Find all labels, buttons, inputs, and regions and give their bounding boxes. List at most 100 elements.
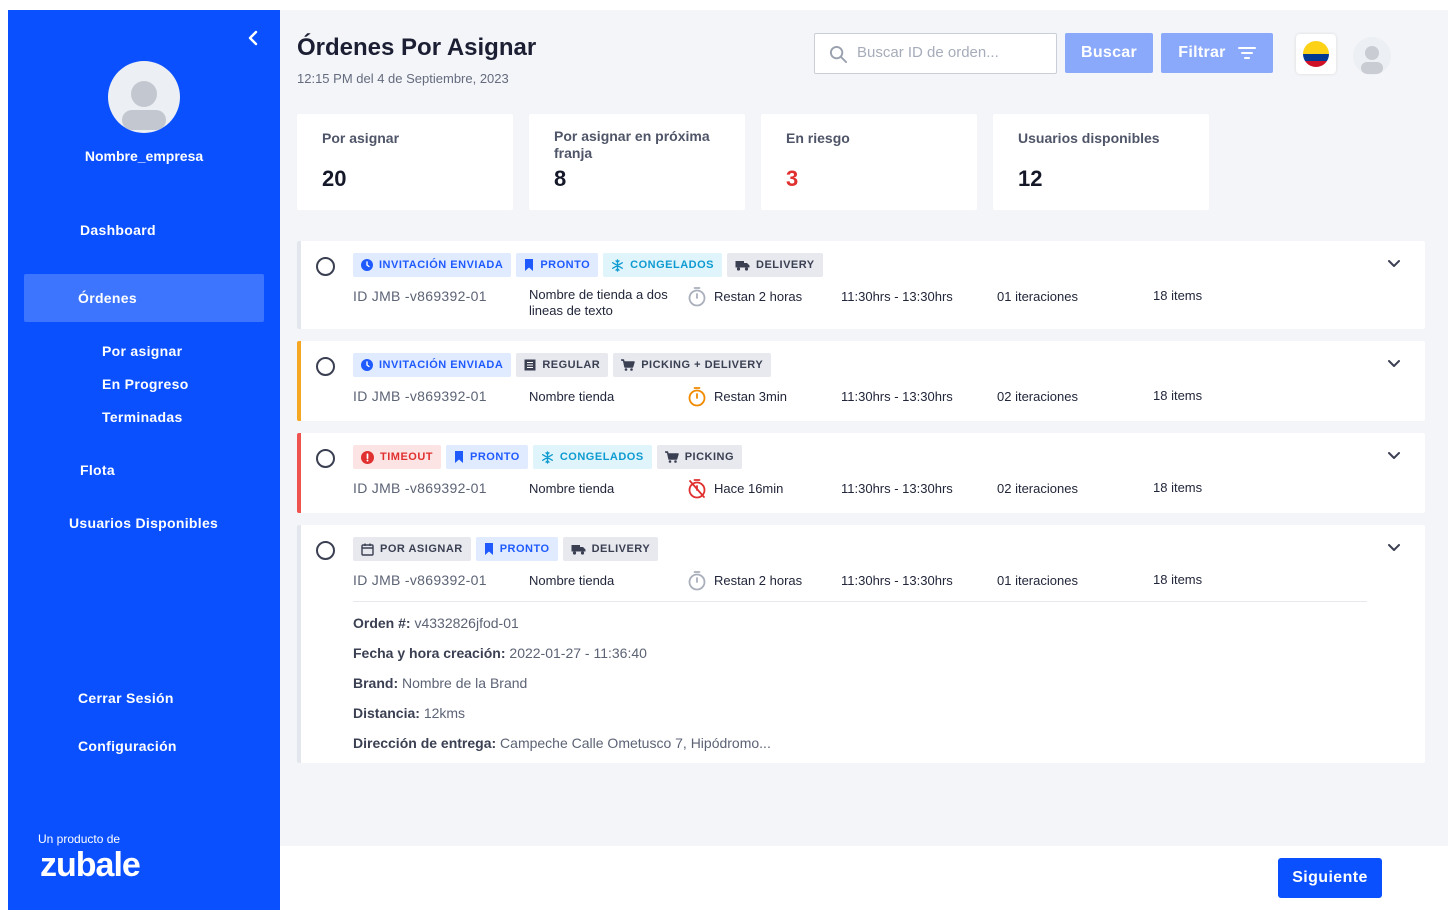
clock-icon — [361, 359, 373, 371]
nav-flota[interactable]: Flota — [80, 462, 115, 478]
nav-sub-por-asignar[interactable]: Por asignar — [102, 343, 182, 359]
order-detail-label: Brand: — [353, 675, 399, 691]
truck-icon — [571, 544, 586, 555]
order-tag: INVITACIÓN ENVIADA — [353, 253, 512, 277]
stat-card-proxima-franja: Por asignar en próxima franja 8 — [529, 114, 745, 210]
nav-sub-en-progreso[interactable]: En Progreso — [102, 376, 189, 392]
search-input[interactable] — [857, 44, 1047, 61]
order-id: ID JMB -v869392-01 — [353, 288, 487, 304]
order-tags: INVITACIÓN ENVIADA REGULAR PICKING + DEL… — [353, 353, 772, 377]
page-title: Órdenes Por Asignar — [297, 34, 537, 61]
stat-value: 8 — [554, 166, 567, 191]
order-detail-line: Brand: Nombre de la Brand — [353, 675, 527, 691]
search-box — [814, 33, 1057, 74]
order-tag-label: INVITACIÓN ENVIADA — [379, 259, 504, 271]
order-row[interactable]: INVITACIÓN ENVIADA PRONTO CONGELADOS DEL… — [297, 241, 1425, 329]
filter-icon — [1237, 47, 1256, 59]
buscar-button[interactable]: Buscar — [1065, 33, 1153, 73]
order-row[interactable]: INVITACIÓN ENVIADA REGULAR PICKING + DEL… — [297, 341, 1425, 421]
user-icon — [122, 81, 166, 130]
order-items: 18 items — [1153, 288, 1203, 303]
order-detail-line: Fecha y hora creación: 2022-01-27 - 11:3… — [353, 645, 647, 661]
order-detail-label: Distancia: — [353, 705, 420, 721]
bookmark-icon — [524, 259, 534, 271]
order-items: 18 items — [1153, 480, 1203, 495]
chevron-left-icon[interactable] — [244, 28, 264, 48]
chevron-down-icon[interactable] — [1387, 543, 1401, 553]
order-tag: PRONTO — [475, 537, 558, 561]
nav-usuarios-disponibles[interactable]: Usuarios Disponibles — [69, 515, 218, 531]
order-tag-label: CONGELADOS — [559, 451, 644, 463]
company-avatar — [108, 61, 180, 133]
order-detail-value: Nombre de la Brand — [402, 675, 528, 691]
filtrar-label: Filtrar — [1178, 44, 1226, 61]
order-tag-label: PRONTO — [470, 451, 520, 463]
country-flag-button[interactable] — [1296, 34, 1336, 74]
order-tags: POR ASIGNAR PRONTO DELIVERY — [353, 537, 659, 561]
stat-label: Por asignar en próxima franja — [554, 128, 710, 161]
user-avatar-button[interactable] — [1353, 37, 1391, 75]
order-timer-text: Restan 2 horas — [714, 288, 803, 304]
siguiente-button[interactable]: Siguiente — [1278, 858, 1382, 898]
page-timestamp: 12:15 PM del 4 de Septiembre, 2023 — [297, 71, 509, 86]
order-status-accent — [297, 341, 301, 421]
order-tag-label: POR ASIGNAR — [380, 543, 463, 555]
order-select-radio[interactable] — [316, 257, 335, 276]
order-timer-text: Restan 3min — [714, 388, 787, 404]
order-tag: DELIVERY — [562, 537, 659, 561]
order-timer-text: Restan 2 horas — [714, 572, 803, 588]
order-detail-line: Orden #: v4332826jfod-01 — [353, 615, 519, 631]
order-select-radio[interactable] — [316, 449, 335, 468]
order-detail-value: Campeche Calle Ometusco 7, Hipódromo... — [500, 735, 771, 751]
stat-label: Usuarios disponibles — [1018, 130, 1160, 146]
chevron-down-icon[interactable] — [1387, 359, 1401, 369]
stat-card-en-riesgo: En riesgo 3 — [761, 114, 977, 210]
order-row[interactable]: TIMEOUT PRONTO CONGELADOS PICKING ID JMB… — [297, 433, 1425, 513]
zubale-logo: zubale — [40, 846, 141, 884]
snowflake-icon — [541, 450, 554, 464]
nav-cerrar-sesion[interactable]: Cerrar Sesión — [78, 690, 174, 706]
order-select-radio[interactable] — [316, 541, 335, 560]
order-timer: Restan 2 horas — [687, 570, 802, 591]
order-select-radio[interactable] — [316, 357, 335, 376]
order-tag: PRONTO — [446, 445, 528, 469]
chevron-down-icon[interactable] — [1387, 451, 1401, 461]
user-icon — [1361, 46, 1383, 74]
order-timer: Restan 2 horas — [687, 286, 802, 307]
order-timer: Hace 16min — [687, 478, 783, 499]
nav-ordenes-label: Órdenes — [78, 290, 137, 306]
chevron-down-icon[interactable] — [1387, 259, 1401, 269]
cart-icon — [621, 359, 635, 371]
company-name: Nombre_empresa — [84, 148, 204, 164]
order-detail-line: Dirección de entrega: Campeche Calle Ome… — [353, 735, 771, 751]
stat-value: 12 — [1018, 166, 1043, 191]
cart-icon — [664, 451, 679, 463]
search-icon — [829, 45, 848, 64]
nav-configuracion[interactable]: Configuración — [78, 738, 177, 754]
order-tag: PRONTO — [516, 253, 599, 277]
snowflake-icon — [611, 258, 624, 272]
nav-dashboard[interactable]: Dashboard — [80, 222, 156, 238]
order-tag-label: PRONTO — [540, 259, 591, 271]
order-tag-label: CONGELADOS — [630, 259, 715, 271]
order-tag: CONGELADOS — [532, 445, 652, 469]
order-tag-label: PRONTO — [499, 543, 550, 555]
order-tags: TIMEOUT PRONTO CONGELADOS PICKING — [353, 445, 743, 469]
order-tag-label: PICKING — [684, 451, 735, 463]
order-time-window: 11:30hrs - 13:30hrs — [841, 481, 953, 496]
order-store: Nombre tienda — [529, 573, 615, 588]
nav-ordenes[interactable]: Órdenes — [24, 274, 264, 322]
order-tag-label: DELIVERY — [591, 543, 651, 555]
filtrar-button[interactable]: Filtrar — [1161, 33, 1273, 73]
order-detail-label: Dirección de entrega: — [353, 735, 497, 751]
order-tag: INVITACIÓN ENVIADA — [353, 353, 512, 377]
order-tag: DELIVERY — [727, 253, 823, 277]
order-timer-text: Hace 16min — [714, 480, 784, 496]
order-detail-value: v4332826jfod-01 — [414, 615, 519, 631]
stat-value: 3 — [786, 166, 799, 191]
order-detail-label: Orden #: — [353, 615, 411, 631]
colombia-flag-icon — [1303, 41, 1329, 67]
order-row[interactable]: POR ASIGNAR PRONTO DELIVERY ID JMB -v869… — [297, 525, 1425, 763]
nav-sub-terminadas[interactable]: Terminadas — [102, 409, 183, 425]
order-tag: CONGELADOS — [603, 253, 723, 277]
